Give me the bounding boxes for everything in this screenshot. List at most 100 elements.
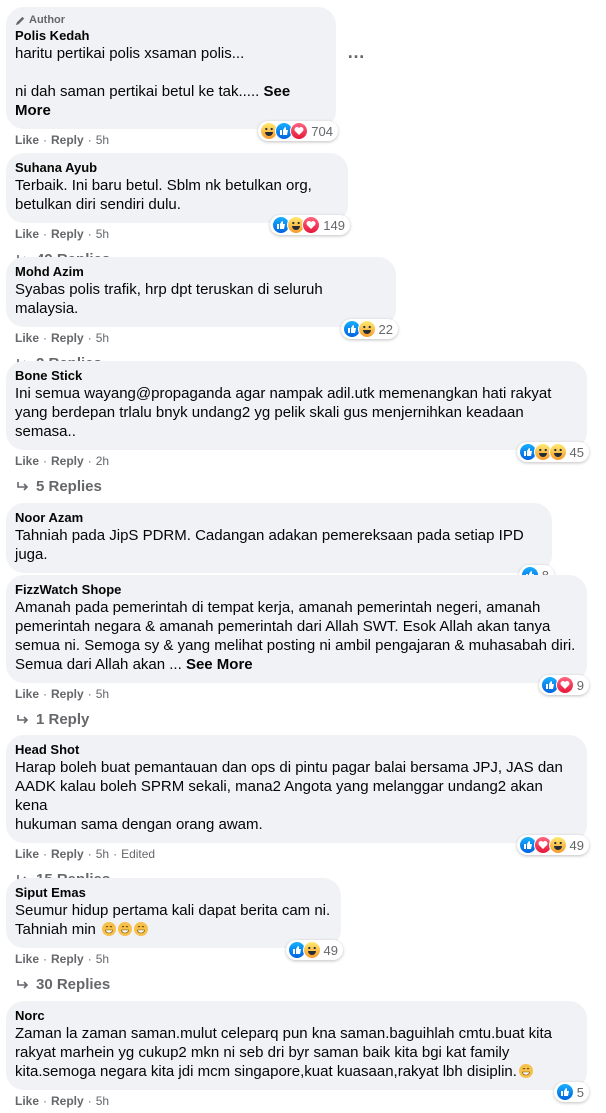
- love-reaction-icon: [290, 122, 309, 140]
- comment-item: Bone Stick Ini semua wayang@propaganda ag…: [6, 361, 589, 495]
- like-button[interactable]: Like: [15, 227, 39, 241]
- comment-text: Syabas polis trafik, hrp dpt teruskan di…: [15, 280, 386, 318]
- reply-button[interactable]: Reply: [51, 952, 84, 966]
- comment-text: Zaman la zaman saman.mulut celeparq pun …: [15, 1024, 577, 1081]
- comment-item: Head Shot Harap boleh buat pemantauan dan…: [6, 735, 589, 888]
- separator-dot: ·: [87, 454, 92, 468]
- like-button[interactable]: Like: [15, 454, 39, 468]
- comment-timestamp[interactable]: 5h: [96, 1094, 109, 1108]
- comment-text-body: Tahniah pada JipS PDRM. Cadangan adakan …: [15, 527, 528, 563]
- comment-text: Terbaik. Ini baru betul. Sblm nk betulka…: [15, 176, 338, 214]
- comment-timestamp[interactable]: 5h: [96, 952, 109, 966]
- reply-arrow-icon: [17, 481, 29, 491]
- reaction-count: 22: [378, 321, 393, 337]
- comment-text-body: Terbaik. Ini baru betul. Sblm nk betulka…: [15, 177, 317, 213]
- comment-bubble: Bone Stick Ini semua wayang@propaganda ag…: [6, 361, 589, 462]
- reaction-count: 149: [323, 217, 345, 233]
- reply-arrow-icon: [17, 714, 29, 724]
- view-replies-link[interactable]: 5 Replies: [16, 478, 587, 495]
- commenter-name[interactable]: Polis Kedah: [15, 28, 326, 44]
- like-button[interactable]: Like: [15, 1094, 39, 1108]
- commenter-name[interactable]: Suhana Ayub: [15, 160, 338, 176]
- replies-count-label: 1 Reply: [36, 711, 90, 728]
- reaction-summary[interactable]: 49: [516, 835, 589, 855]
- reaction-count: 49: [323, 942, 338, 958]
- like-button[interactable]: Like: [15, 133, 39, 147]
- comment-item: FizzWatch Shope Amanah pada pemerintah di…: [6, 575, 589, 728]
- comment-timestamp[interactable]: 2h: [96, 454, 109, 468]
- separator-dot: ·: [43, 454, 48, 468]
- more-options-icon[interactable]: …: [347, 42, 366, 63]
- wow-reaction-icon: [548, 443, 567, 461]
- commenter-name[interactable]: Bone Stick: [15, 368, 577, 384]
- separator-dot: ·: [87, 227, 92, 241]
- author-badge-label: Author: [29, 14, 66, 26]
- comment-item: Norc Zaman la zaman saman.mulut celeparq …: [6, 1001, 589, 1108]
- see-more-link[interactable]: See More: [186, 656, 253, 673]
- commenter-name[interactable]: FizzWatch Shope: [15, 582, 577, 598]
- reply-button[interactable]: Reply: [51, 227, 84, 241]
- reply-button[interactable]: Reply: [51, 687, 84, 701]
- reaction-summary[interactable]: 45: [516, 442, 589, 462]
- reaction-summary[interactable]: 22: [340, 319, 398, 339]
- comment-bubble: Norc Zaman la zaman saman.mulut celeparq …: [6, 1001, 589, 1102]
- haha-reaction-icon: [548, 836, 567, 854]
- haha-reaction-icon: [302, 941, 321, 959]
- pencil-icon: [15, 16, 25, 25]
- comment-bubble: Mohd Azim Syabas polis trafik, hrp dpt te…: [6, 257, 398, 339]
- commenter-name[interactable]: Siput Emas: [15, 885, 331, 901]
- reply-arrow-icon: [17, 979, 29, 989]
- reaction-summary[interactable]: 149: [270, 215, 350, 235]
- view-replies-link[interactable]: 30 Replies: [16, 976, 341, 993]
- reaction-summary[interactable]: 704: [258, 121, 338, 141]
- reaction-count: 49: [569, 837, 584, 853]
- comment-timestamp[interactable]: 5h: [96, 133, 109, 147]
- comment-timestamp[interactable]: 5h: [96, 847, 109, 861]
- comment-actions: Like ·Reply· 5h: [15, 331, 396, 345]
- comment-bubble: Author Polis Kedah haritu pertikai polis x…: [6, 7, 338, 141]
- reply-button[interactable]: Reply: [51, 1094, 84, 1108]
- commenter-name[interactable]: Norc: [15, 1008, 577, 1024]
- reaction-summary[interactable]: 9: [538, 675, 589, 695]
- replies-count-label: 5 Replies: [36, 478, 102, 495]
- reply-button[interactable]: Reply: [51, 331, 84, 345]
- reply-button[interactable]: Reply: [51, 133, 84, 147]
- grin-emoji-icon: [518, 1064, 533, 1078]
- comment-text: Seumur hidup pertama kali dapat berita c…: [15, 901, 331, 939]
- comment-bubble: Siput Emas Seumur hidup pertama kali dapa…: [6, 878, 343, 960]
- separator-dot: ·: [87, 133, 92, 147]
- love-reaction-icon: [555, 676, 574, 694]
- comment-text-body: Syabas polis trafik, hrp dpt teruskan di…: [15, 281, 327, 317]
- comment-item: Suhana Ayub Terbaik. Ini baru betul. Sblm…: [6, 153, 350, 268]
- like-button[interactable]: Like: [15, 687, 39, 701]
- comment-actions: Like · Reply · 5h · Edited: [15, 847, 587, 861]
- comment-item: Mohd Azim Syabas polis trafik, hrp dpt te…: [6, 257, 398, 372]
- comment-text: Amanah pada pemerintah di tempat kerja, …: [15, 598, 577, 674]
- like-button[interactable]: Like: [15, 331, 39, 345]
- comment-item: Siput Emas Seumur hidup pertama kali dapa…: [6, 878, 343, 993]
- view-replies-link[interactable]: 1 Reply: [16, 711, 587, 728]
- comment-actions: Like ·Reply· 5h: [15, 687, 587, 701]
- separator-dot: ·: [43, 687, 48, 701]
- reaction-summary[interactable]: 5: [553, 1082, 589, 1102]
- comment-text: Ini semua wayang@propaganda agar nampak …: [15, 384, 577, 441]
- commenter-name[interactable]: Mohd Azim: [15, 264, 386, 280]
- comment-text-body: Zaman la zaman saman.mulut celeparq pun …: [15, 1025, 552, 1080]
- separator-dot: ·: [43, 1094, 48, 1108]
- reaction-summary[interactable]: 49: [285, 940, 343, 960]
- like-button[interactable]: Like: [15, 847, 39, 861]
- reply-button[interactable]: Reply: [51, 454, 84, 468]
- commenter-name[interactable]: Noor Azam: [15, 510, 542, 526]
- reply-button[interactable]: Reply: [51, 847, 84, 861]
- comment-actions: Like ·Reply· 5h: [15, 1094, 587, 1108]
- like-button[interactable]: Like: [15, 952, 39, 966]
- haha-reaction-icon: [357, 320, 376, 338]
- comment-timestamp[interactable]: 5h: [96, 331, 109, 345]
- comment-actions: Like · Reply · 2h: [15, 454, 587, 468]
- separator-dot: ·: [87, 847, 92, 861]
- commenter-name[interactable]: Head Shot: [15, 742, 577, 758]
- comment-timestamp[interactable]: 5h: [96, 227, 109, 241]
- comment-text: Tahniah pada JipS PDRM. Cadangan adakan …: [15, 526, 542, 564]
- comment-timestamp[interactable]: 5h: [96, 687, 109, 701]
- separator-dot: ·: [87, 687, 92, 701]
